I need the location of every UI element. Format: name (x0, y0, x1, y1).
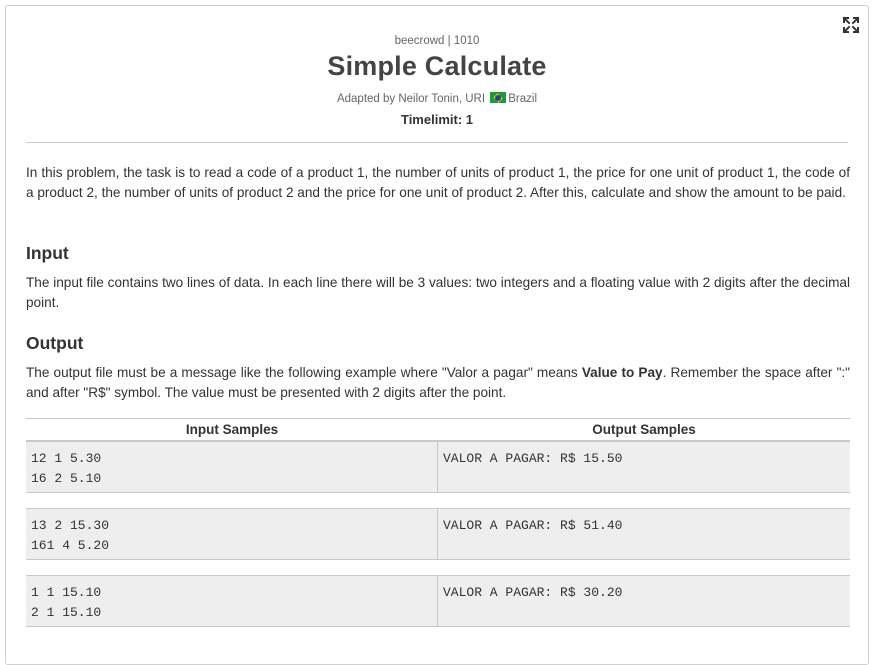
author-line: Adapted by Neilor Tonin, URI Brazil (6, 92, 868, 105)
problem-description: In this problem, the task is to read a c… (26, 165, 850, 200)
sample-input: 13 2 15.30 161 4 5.20 (26, 509, 438, 559)
input-description: The input file contains two lines of dat… (26, 275, 850, 310)
sample-output: VALOR A PAGAR: R$ 30.20 (443, 585, 623, 600)
sample-row: 13 2 15.30 161 4 5.20 VALOR A PAGAR: R$ … (26, 508, 850, 560)
timelimit-label: Timelimit: 1 (400, 112, 473, 127)
output-text-bold: Value to Pay (581, 365, 663, 380)
sample-row: 12 1 5.30 16 2 5.10 VALOR A PAGAR: R$ 15… (26, 441, 850, 493)
page-title: Simple Calculate (327, 51, 547, 81)
divider (26, 142, 848, 143)
input-heading: Input (26, 243, 69, 263)
expand-icon[interactable] (842, 16, 860, 34)
output-text-before: The output file must be a message like t… (26, 365, 582, 380)
sample-row: 1 1 15.10 2 1 15.10 VALOR A PAGAR: R$ 30… (26, 575, 850, 627)
input-samples-header: Input Samples (185, 422, 279, 437)
samples-header: Input Samples Output Samples (26, 418, 850, 441)
sample-output: VALOR A PAGAR: R$ 51.40 (443, 518, 623, 533)
brazil-flag-icon (490, 92, 507, 103)
sample-input: 12 1 5.30 16 2 5.10 (26, 442, 438, 492)
output-heading: Output (26, 333, 84, 353)
output-samples-header: Output Samples (592, 422, 696, 437)
problem-panel: beecrowd | 1010 Simple Calculate Adapted… (5, 5, 869, 665)
breadcrumb: beecrowd | 1010 (394, 35, 480, 47)
country-label: Brazil (508, 93, 538, 105)
sample-input: 1 1 15.10 2 1 15.10 (26, 576, 438, 626)
author-text: Adapted by Neilor Tonin, URI (336, 93, 486, 105)
sample-output: VALOR A PAGAR: R$ 15.50 (443, 451, 623, 466)
output-description: The output file must be a message like t… (26, 363, 850, 403)
